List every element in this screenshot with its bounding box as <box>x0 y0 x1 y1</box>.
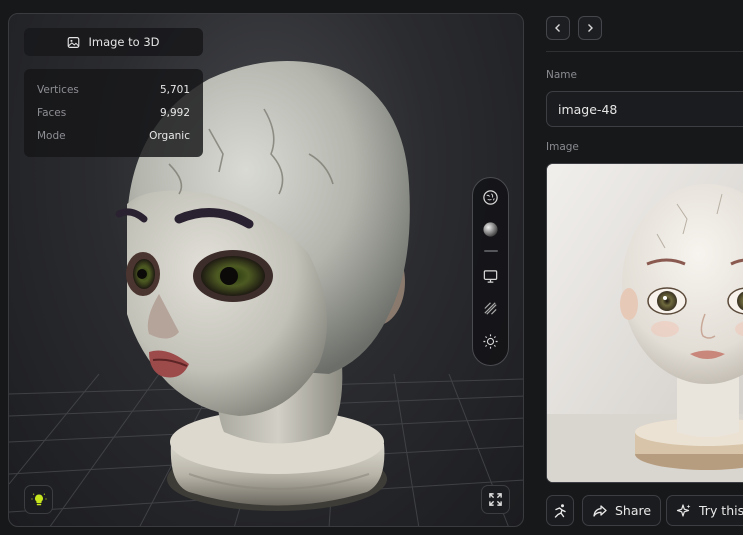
solid-mode-button[interactable] <box>478 217 504 243</box>
chevron-left-icon <box>555 24 560 32</box>
animate-button[interactable] <box>546 495 574 526</box>
display-mode-button[interactable] <box>478 263 504 289</box>
stat-value: 5,701 <box>159 83 190 96</box>
model-viewer[interactable]: Image to 3D Vertices 5,701 Faces 9,992 M… <box>8 13 524 527</box>
panel-divider <box>546 51 743 52</box>
source-image-preview <box>547 164 743 482</box>
viewer-title-bar: Image to 3D <box>24 28 203 56</box>
try-this-label: Try this <box>699 503 743 518</box>
name-input[interactable] <box>546 91 743 127</box>
next-button[interactable] <box>578 16 602 40</box>
toolbar-divider <box>483 250 498 252</box>
previous-button[interactable] <box>546 16 570 40</box>
wireframe-mode-button[interactable] <box>478 296 504 322</box>
sparkle-icon <box>676 503 691 517</box>
share-button[interactable]: Share <box>582 495 662 526</box>
share-label: Share <box>615 503 652 518</box>
stat-value: 9,992 <box>159 106 190 119</box>
lighting-mode-button[interactable] <box>478 328 504 354</box>
viewer-title: Image to 3D <box>88 35 160 49</box>
lightbulb-icon <box>31 492 46 505</box>
texture-sphere-icon <box>483 189 498 205</box>
stat-row-mode: Mode Organic <box>37 124 190 147</box>
source-image[interactable] <box>546 163 743 483</box>
chevron-right-icon <box>588 24 593 32</box>
stat-label: Mode <box>37 129 66 142</box>
image-label: Image <box>546 141 579 153</box>
image-icon <box>68 36 80 48</box>
wireframe-icon <box>484 302 497 315</box>
name-label: Name <box>546 69 577 81</box>
share-icon <box>593 504 607 517</box>
try-this-button[interactable]: Try this <box>666 495 743 526</box>
render-mode-toolbar <box>472 177 509 366</box>
stat-row-vertices: Vertices 5,701 <box>37 78 190 101</box>
stat-label: Faces <box>37 106 67 119</box>
running-figure-icon <box>554 503 566 518</box>
texture-mode-button[interactable] <box>478 184 504 210</box>
light-toggle-button[interactable] <box>24 485 53 514</box>
solid-sphere-icon <box>483 222 498 237</box>
stat-label: Vertices <box>37 83 79 96</box>
expand-icon <box>489 493 502 506</box>
stat-row-faces: Faces 9,992 <box>37 101 190 124</box>
fullscreen-button[interactable] <box>481 485 510 514</box>
sun-icon <box>483 333 498 349</box>
stat-value: Organic <box>149 129 190 142</box>
model-stats-panel: Vertices 5,701 Faces 9,992 Mode Organic <box>24 69 203 157</box>
monitor-icon <box>483 269 498 283</box>
